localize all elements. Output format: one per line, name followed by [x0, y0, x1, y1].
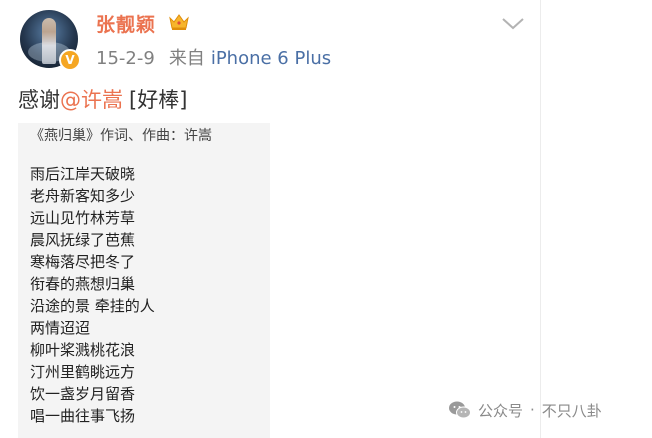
wechat-watermark: 公众号 · 不只八卦 — [448, 398, 602, 422]
screenshot-page: V 张靓颖 15-2-9 来自 iPhone 6 Plus 感谢@许嵩 [好棒] 《燕… — [0, 0, 652, 438]
watermark-label: 公众号 — [478, 401, 524, 420]
lyrics-line: 唱一曲往事飞扬 — [30, 407, 136, 425]
lyrics-line: 两情迢迢 — [30, 319, 91, 337]
mention-link[interactable]: @许嵩 — [60, 88, 123, 112]
source-device-link[interactable]: iPhone 6 Plus — [211, 48, 331, 69]
author-name[interactable]: 张靓颖 — [96, 10, 156, 37]
watermark-account: 不只八卦 — [541, 401, 602, 420]
wechat-icon — [449, 401, 471, 419]
lyrics-line: 晨风抚绿了芭蕉 — [30, 231, 136, 249]
lyrics-line: 远山见竹林芳草 — [30, 209, 136, 227]
source-label: 来自 — [168, 48, 205, 69]
post-date[interactable]: 15-2-9 — [96, 48, 155, 69]
post-text: 感谢@许嵩 [好棒] — [18, 84, 187, 114]
crown-icon[interactable] — [168, 12, 190, 32]
watermark-separator: · — [530, 401, 535, 419]
post-meta: 15-2-9 来自 iPhone 6 Plus — [96, 44, 331, 70]
lyrics-line: 沿途的景 牵挂的人 — [30, 297, 155, 315]
lyrics-line: 老舟新客知多少 — [30, 187, 136, 205]
chevron-down-icon[interactable] — [500, 16, 526, 32]
post-text-prefix: 感谢 — [18, 88, 60, 112]
lyrics-title: 《燕归巢》作词、作曲：许嵩 — [30, 128, 212, 144]
lyrics-line: 汀州里鹤眺远方 — [30, 363, 136, 381]
lyrics-image[interactable]: 《燕归巢》作词、作曲：许嵩 雨后江岸天破晓 老舟新客知多少 远山见竹林芳草 晨风… — [18, 123, 270, 438]
lyrics-line: 柳叶桨溅桃花浪 — [30, 341, 136, 359]
lyrics-line: 饮一盏岁月留香 — [30, 385, 136, 403]
lyrics-line: 寒梅落尽把冬了 — [30, 253, 136, 271]
lyrics-line: 衔春的燕想归巢 — [30, 275, 136, 293]
emoji-text: [好棒] — [129, 88, 188, 112]
verified-badge-icon: V — [59, 49, 81, 71]
lyrics-line: 雨后江岸天破晓 — [30, 165, 136, 183]
lyrics-lines: 雨后江岸天破晓 老舟新客知多少 远山见竹林芳草 晨风抚绿了芭蕉 寒梅落尽把冬了 … — [30, 163, 155, 427]
weibo-post-card: V 张靓颖 15-2-9 来自 iPhone 6 Plus 感谢@许嵩 [好棒] 《燕… — [0, 0, 541, 438]
avatar-figure — [42, 18, 56, 64]
